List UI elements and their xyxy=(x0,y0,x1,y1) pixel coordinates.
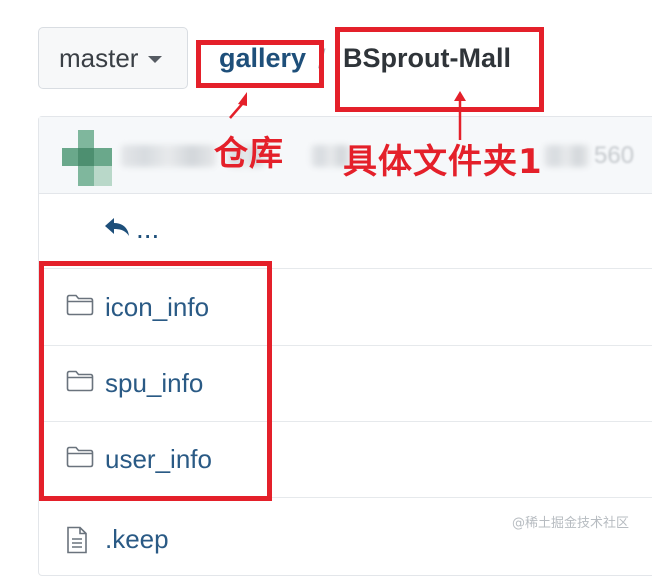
repo-annotation-label: 仓库 xyxy=(214,134,284,174)
annotation-arrows xyxy=(229,91,466,140)
watermark: @稀土掘金技术社区 xyxy=(512,516,630,531)
folder-annotation-label: 具体文件夹1 xyxy=(343,142,543,182)
